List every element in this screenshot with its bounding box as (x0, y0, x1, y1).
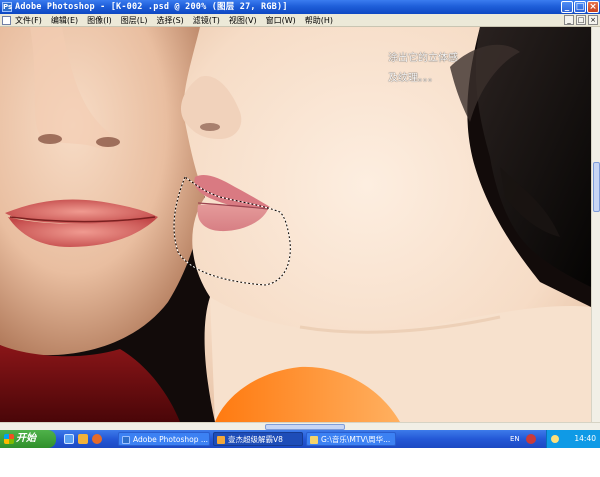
taskbar-item-photoshop[interactable]: Adobe Photoshop ... (118, 432, 210, 446)
browser-icon[interactable] (92, 434, 102, 444)
player-task-icon (217, 436, 225, 444)
start-label: 开始 (16, 433, 36, 444)
taskbar-item-folder[interactable]: G:\音乐\MTV\周华... (306, 432, 396, 446)
menu-items: 文件(F) 编辑(E) 图像(I) 图层(L) 选择(S) 滤镜(T) 视图(V… (15, 14, 342, 27)
menu-filter[interactable]: 滤镜(T) (193, 14, 220, 27)
menu-layer[interactable]: 图层(L) (121, 14, 148, 27)
minimize-button[interactable]: _ (561, 1, 573, 13)
window-title: Adobe Photoshop - [K-002 .psd @ 200% (图层… (15, 2, 288, 12)
photoshop-app-icon[interactable]: Ps (2, 2, 12, 12)
task-label: G:\音乐\MTV\周华... (321, 435, 391, 444)
menu-select[interactable]: 选择(S) (156, 14, 183, 27)
menu-window[interactable]: 窗口(W) (266, 14, 296, 27)
volume-icon[interactable] (551, 435, 559, 443)
document-window-controls: _ □ × (564, 15, 598, 25)
horizontal-scrollbar[interactable] (0, 422, 600, 430)
menu-bar: 文件(F) 编辑(E) 图像(I) 图层(L) 选择(S) 滤镜(T) 视图(V… (0, 14, 600, 27)
close-button[interactable]: × (587, 1, 599, 13)
task-label: Adobe Photoshop ... (133, 435, 209, 444)
taskbar: 开始 Adobe Photoshop ... 壹杰超级解霸V8 G:\音乐\MT… (0, 430, 600, 448)
doc-minimize-button[interactable]: _ (564, 15, 574, 25)
language-indicator[interactable]: EN (510, 434, 520, 444)
menu-view[interactable]: 视图(V) (229, 14, 257, 27)
taskbar-item-player[interactable]: 壹杰超级解霸V8 (213, 432, 303, 446)
task-label: 壹杰超级解霸V8 (228, 435, 283, 444)
blank-area (0, 448, 600, 477)
vertical-scroll-thumb[interactable] (593, 162, 600, 212)
doc-close-button[interactable]: × (588, 15, 598, 25)
start-button[interactable]: 开始 (0, 430, 56, 448)
folder-task-icon (310, 436, 318, 444)
artwork-illustration (0, 27, 591, 422)
title-bar: Ps Adobe Photoshop - [K-002 .psd @ 200% … (0, 0, 600, 14)
document-canvas[interactable]: 涂出它的立体感 及纹理。。。 (0, 27, 591, 422)
windows-flag-icon (4, 434, 14, 444)
clock[interactable]: 14:40 (574, 430, 596, 448)
maximize-button[interactable]: □ (574, 1, 586, 13)
doc-restore-button[interactable]: □ (576, 15, 586, 25)
document-icon[interactable] (2, 16, 11, 25)
menu-help[interactable]: 帮助(H) (305, 14, 333, 27)
menu-file[interactable]: 文件(F) (15, 14, 42, 27)
annotation-text-line-2: 及纹理。。。 (388, 73, 438, 84)
ime-icon[interactable] (526, 434, 536, 444)
vertical-scrollbar[interactable] (591, 27, 600, 422)
menu-edit[interactable]: 编辑(E) (51, 14, 78, 27)
photoshop-task-icon (122, 436, 130, 444)
show-desktop-icon[interactable] (64, 434, 74, 444)
media-player-icon[interactable] (78, 434, 88, 444)
system-tray: 14:40 (546, 430, 600, 448)
annotation-text-line-1: 涂出它的立体感 (388, 53, 458, 64)
menu-image[interactable]: 图像(I) (87, 14, 112, 27)
